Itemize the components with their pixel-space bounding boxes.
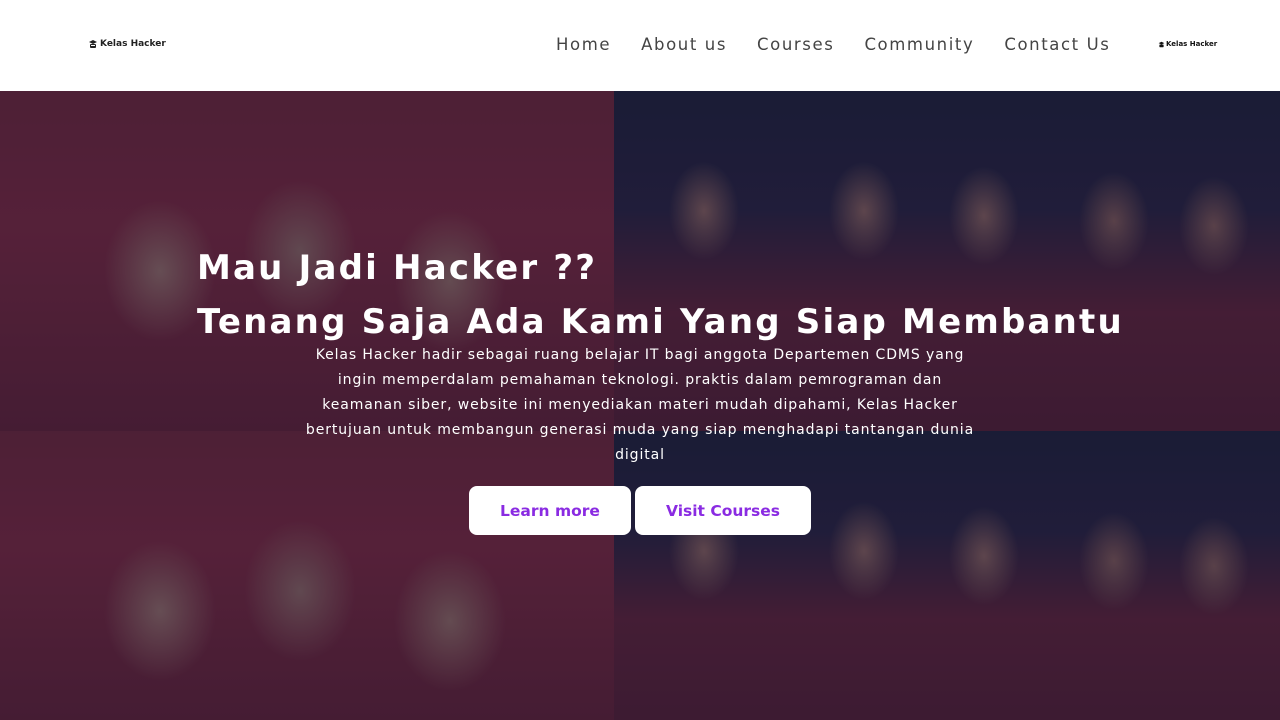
visit-courses-button[interactable]: Visit Courses <box>635 486 811 535</box>
nav-brand-right-label: Kelas Hacker <box>1166 40 1218 48</box>
nav-link-about-us[interactable]: About us <box>641 34 727 56</box>
hacker-icon <box>89 40 97 48</box>
learn-more-button[interactable]: Learn more <box>469 486 631 535</box>
hero-section: Mau Jadi Hacker ?? Tenang Saja Ada Kami … <box>0 91 1280 720</box>
hero-title-line-1: Mau Jadi Hacker ?? <box>197 248 598 288</box>
hero-description: Kelas Hacker hadir sebagai ruang belajar… <box>305 347 975 463</box>
navbar: Kelas Hacker Home About us Courses Commu… <box>0 0 1280 91</box>
brand-label: Kelas Hacker <box>100 39 166 49</box>
hero-title-line-2: Tenang Saja Ada Kami Yang Siap Membantu <box>197 302 1124 342</box>
nav-link-courses[interactable]: Courses <box>757 34 834 56</box>
brand-logo-link[interactable]: Kelas Hacker <box>88 39 166 49</box>
nav-link-home[interactable]: Home <box>556 34 611 56</box>
nav-brand-right-link[interactable]: Kelas Hacker <box>1158 40 1217 48</box>
nav-menu: Home About us Courses Community Contact … <box>556 34 1110 56</box>
nav-link-contact-us[interactable]: Contact Us <box>1004 34 1110 56</box>
hero-content: Mau Jadi Hacker ?? Tenang Saja Ada Kami … <box>0 91 1280 720</box>
hacker-icon <box>1158 41 1165 47</box>
hero-title: Mau Jadi Hacker ?? Tenang Saja Ada Kami … <box>197 241 1124 349</box>
nav-link-community[interactable]: Community <box>864 34 974 56</box>
